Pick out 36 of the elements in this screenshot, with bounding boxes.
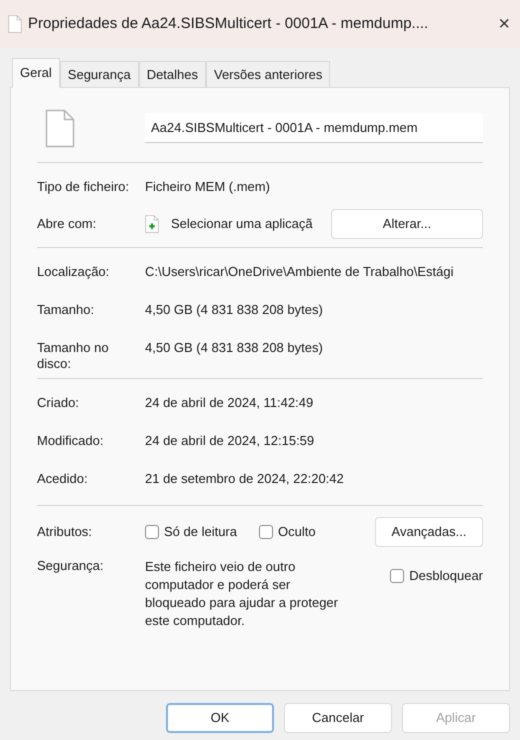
tab[interactable]: Segurança (60, 61, 139, 88)
tab[interactable]: Versões anteriores (206, 61, 330, 88)
file-name-field[interactable]: Aa24.SIBSMulticert - 0001A - memdump.mem (145, 113, 483, 143)
field-value: 24 de abril de 2024, 11:42:49 (145, 395, 314, 411)
field-label: Atributos: (37, 524, 93, 540)
checkbox[interactable]: Oculto (259, 522, 316, 542)
advanced-button[interactable]: Avançadas... (375, 517, 483, 547)
window-title: Propriedades de Aa24.SIBSMulticert - 0001A - memdump.... (28, 14, 428, 34)
file-icon (45, 108, 75, 148)
field-label: Tipo de ficheiro: (37, 179, 130, 195)
field-value: 4,50 GB (4 831 838 208 bytes) (145, 302, 323, 318)
change-button[interactable]: Alterar... (331, 209, 483, 239)
field-label: Abre com: (37, 216, 98, 232)
close-button[interactable]: × (498, 14, 510, 34)
app-name: Selecionar uma aplicaçã (171, 215, 313, 234)
field-label: Localização: (37, 264, 110, 280)
tab[interactable]: Detalhes (138, 61, 206, 88)
field-label: Acedido: (37, 471, 89, 487)
dialog-button[interactable]: OK (166, 703, 274, 733)
field-value: C:\Users\ricar\OneDrive\Ambiente de Trabalho\Estági (145, 264, 454, 280)
field-label: Modificado: (37, 433, 104, 449)
field-label: Tamanho no disco: (37, 340, 110, 372)
dialog-button[interactable]: Cancelar (284, 703, 392, 733)
file-plus-icon (145, 214, 159, 234)
field-value: Ficheiro MEM (.mem) (145, 179, 270, 195)
field-value: 21 de setembro de 2024, 22:20:42 (145, 471, 344, 487)
security-message: Este ficheiro veio de outro computador e poderá ser bloqueado para ajudar a proteger este computador. (145, 558, 339, 630)
file-icon (8, 14, 22, 34)
field-label: Segurança: (37, 558, 104, 574)
field-label: Tamanho: (37, 302, 96, 318)
tab[interactable]: Geral (12, 58, 60, 88)
field-value: 24 de abril de 2024, 12:15:59 (145, 433, 314, 449)
field-value: 4,50 GB (4 831 838 208 bytes) (145, 340, 323, 356)
checkbox[interactable]: Só de leitura (145, 522, 237, 542)
checkbox[interactable]: Desbloquear (390, 566, 483, 586)
field-label: Criado: (37, 395, 80, 411)
